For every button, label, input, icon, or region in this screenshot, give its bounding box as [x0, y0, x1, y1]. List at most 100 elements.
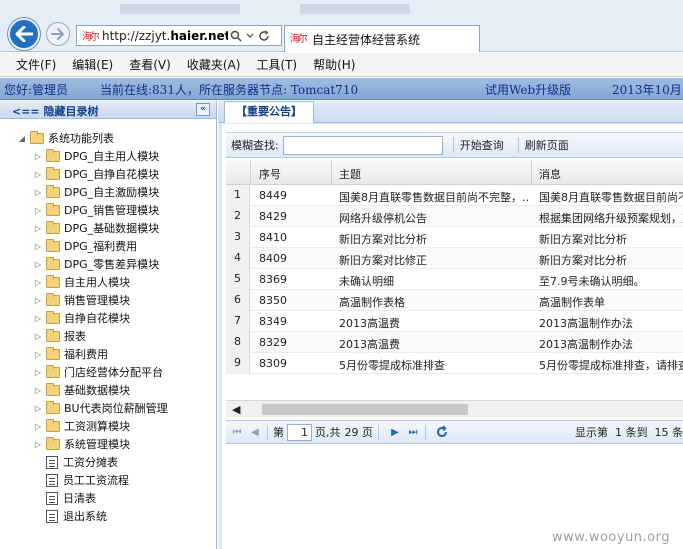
tab-announcements[interactable]: 【重要公告】: [224, 101, 314, 123]
header-id[interactable]: 序号: [259, 166, 281, 182]
tree-folder-label: 工资测算模块: [64, 420, 130, 433]
tree-root[interactable]: ◢ 系统功能列表: [0, 129, 216, 147]
next-page-icon[interactable]: ▶: [388, 425, 402, 439]
tree-folder-item[interactable]: ▷ 系统管理模块: [0, 435, 216, 453]
expand-right-icon[interactable]: ▷: [34, 170, 42, 179]
tree-folder-label: BU代表岗位薪酬管理: [64, 402, 168, 415]
tree-folder-item[interactable]: ▷ 门店经营体分配平台: [0, 363, 216, 381]
expand-right-icon[interactable]: ▷: [34, 368, 42, 377]
expand-right-icon[interactable]: ▷: [34, 350, 42, 359]
forward-arrow-icon: [51, 28, 65, 40]
tree-folder-item[interactable]: ▷ 销售管理模块: [0, 291, 216, 309]
expand-right-icon[interactable]: ▷: [34, 422, 42, 431]
menu-file[interactable]: 文件(F): [16, 56, 56, 73]
address-bar[interactable]: 海 尔 http://zzjyt.haier.net/: [76, 25, 282, 46]
table-row[interactable]: 3 8410 新旧方案对比分析 新旧方案对比分析: [226, 227, 683, 248]
folder-icon: [46, 418, 60, 432]
cell-id: 8349: [259, 315, 287, 328]
pagination-bar: ⏮ ◀ 第 1 页,共 29 页 ▶ ⏭ 显示第 1 条到 15 条: [226, 420, 683, 444]
browser-tab[interactable]: 海 尔 自主经营体经营系统: [284, 25, 480, 52]
table-row[interactable]: 8 8329 2013高温费 2013高温制作办法: [226, 332, 683, 353]
table-row[interactable]: 6 8350 高温制作表格 高温制作表单: [226, 290, 683, 311]
cell-id: 8369: [259, 273, 287, 286]
expand-right-icon[interactable]: ▷: [34, 386, 42, 395]
last-page-icon[interactable]: ⏭: [406, 425, 420, 439]
horizontal-scrollbar[interactable]: ◀: [226, 400, 683, 417]
document-icon: [46, 509, 58, 523]
tree-folder-item[interactable]: ▷ 福利费用: [0, 345, 216, 363]
tree-folder-item[interactable]: ▷ DPG_自挣自花模块: [0, 165, 216, 183]
forward-button[interactable]: [46, 22, 70, 46]
scroll-thumb[interactable]: [262, 404, 468, 415]
pager-separator: [378, 424, 379, 440]
header-message[interactable]: 消息: [539, 166, 561, 182]
header-subject[interactable]: 主题: [339, 166, 361, 182]
expand-right-icon[interactable]: ▷: [34, 332, 42, 341]
back-button[interactable]: [8, 18, 40, 50]
start-search-button[interactable]: 开始查询: [460, 137, 504, 153]
cell-id: 8449: [259, 189, 287, 202]
tree-folder-item[interactable]: ▷ DPG_零售差异模块: [0, 255, 216, 273]
refresh-icon[interactable]: [258, 29, 270, 42]
tree-folder-item[interactable]: ▷ DPG_销售管理模块: [0, 201, 216, 219]
scroll-left-icon[interactable]: ◀: [232, 403, 240, 416]
tree-folder-item[interactable]: ▷ DPG_福利费用: [0, 237, 216, 255]
expand-right-icon[interactable]: ▷: [34, 224, 42, 233]
tree-doc-item[interactable]: 日清表: [0, 489, 216, 507]
expand-right-icon[interactable]: ▷: [34, 260, 42, 269]
tree-folder-label: 门店经营体分配平台: [64, 366, 163, 379]
table-row[interactable]: 7 8349 2013高温费 2013高温制作办法: [226, 311, 683, 332]
hide-tree-link[interactable]: <== 隐藏目录树: [12, 103, 98, 119]
tree-folder-item[interactable]: ▷ DPG_基础数据模块: [0, 219, 216, 237]
table-row[interactable]: 4 8409 新旧方案对比修正 新旧方案对比分析: [226, 248, 683, 269]
expand-right-icon[interactable]: ▷: [34, 440, 42, 449]
tree-folder-item[interactable]: ▷ 报表: [0, 327, 216, 345]
prev-page-icon[interactable]: ◀: [248, 425, 262, 439]
collapse-button[interactable]: «: [196, 103, 210, 116]
tree-folder-item[interactable]: ▷ 工资测算模块: [0, 417, 216, 435]
expand-right-icon[interactable]: ▷: [34, 242, 42, 251]
user-greeting: 您好:管理员: [4, 83, 69, 97]
search-input[interactable]: [282, 135, 443, 155]
chevron-down-icon[interactable]: [246, 33, 254, 39]
menu-favorites[interactable]: 收藏夹(A): [187, 56, 241, 73]
toolbar-separator: [517, 137, 519, 153]
tree-doc-item[interactable]: 退出系统: [0, 507, 216, 525]
tree-doc-item[interactable]: 工资分摊表: [0, 453, 216, 471]
expand-right-icon[interactable]: ▷: [34, 206, 42, 215]
expand-right-icon[interactable]: ▷: [34, 152, 42, 161]
tree-folder-item[interactable]: ▷ 自挣自花模块: [0, 309, 216, 327]
tree-folder-item[interactable]: ▷ BU代表岗位薪酬管理: [0, 399, 216, 417]
expand-down-icon[interactable]: ◢: [18, 134, 26, 143]
table-row[interactable]: 5 8369 未确认明细 至7.9号未确认明细。: [226, 269, 683, 290]
tree-folder-item[interactable]: ▷ 自主用人模块: [0, 273, 216, 291]
expand-right-icon[interactable]: ▷: [34, 314, 42, 323]
expand-right-icon[interactable]: ▷: [34, 404, 42, 413]
row-number: 5: [226, 269, 250, 290]
menu-help[interactable]: 帮助(H): [313, 56, 355, 73]
row-number: 7: [226, 311, 250, 332]
folder-icon: [46, 436, 60, 450]
search-icon[interactable]: [230, 30, 242, 42]
expand-right-icon[interactable]: ▷: [34, 188, 42, 197]
tree-doc-label: 日清表: [63, 492, 96, 505]
menu-view[interactable]: 查看(V): [129, 56, 171, 73]
expand-right-icon[interactable]: ▷: [34, 296, 42, 305]
tree-folder-item[interactable]: ▷ DPG_自主用人模块: [0, 147, 216, 165]
upgrade-link[interactable]: 试用Web升级版: [485, 81, 571, 98]
menu-tools[interactable]: 工具(T): [256, 56, 297, 73]
tree-folder-item[interactable]: ▷ DPG_自主激励模块: [0, 183, 216, 201]
expand-right-icon[interactable]: ▷: [34, 278, 42, 287]
cell-id: 8350: [259, 294, 287, 307]
first-page-icon[interactable]: ⏮: [230, 425, 244, 439]
table-row[interactable]: 2 8429 网络升级停机公告 根据集团网络升级预案规划，直: [226, 206, 683, 227]
table-row[interactable]: 9 8309 5月份零提成标准排查 5月份零提成标准排查，请排查: [226, 353, 683, 374]
tree-doc-item[interactable]: 员工工资流程: [0, 471, 216, 489]
page-number-input[interactable]: 1: [287, 423, 312, 441]
table-row[interactable]: 1 8449 国美8月直联零售数据目前尚不完整，… 国美8月直联零售数据目前尚不: [226, 185, 683, 206]
tab-title: 自主经营体经营系统: [312, 32, 421, 47]
menu-edit[interactable]: 编辑(E): [72, 56, 113, 73]
refresh-icon[interactable]: [435, 425, 449, 439]
tree-folder-item[interactable]: ▷ 基础数据模块: [0, 381, 216, 399]
refresh-page-button[interactable]: 刷新页面: [525, 137, 569, 153]
